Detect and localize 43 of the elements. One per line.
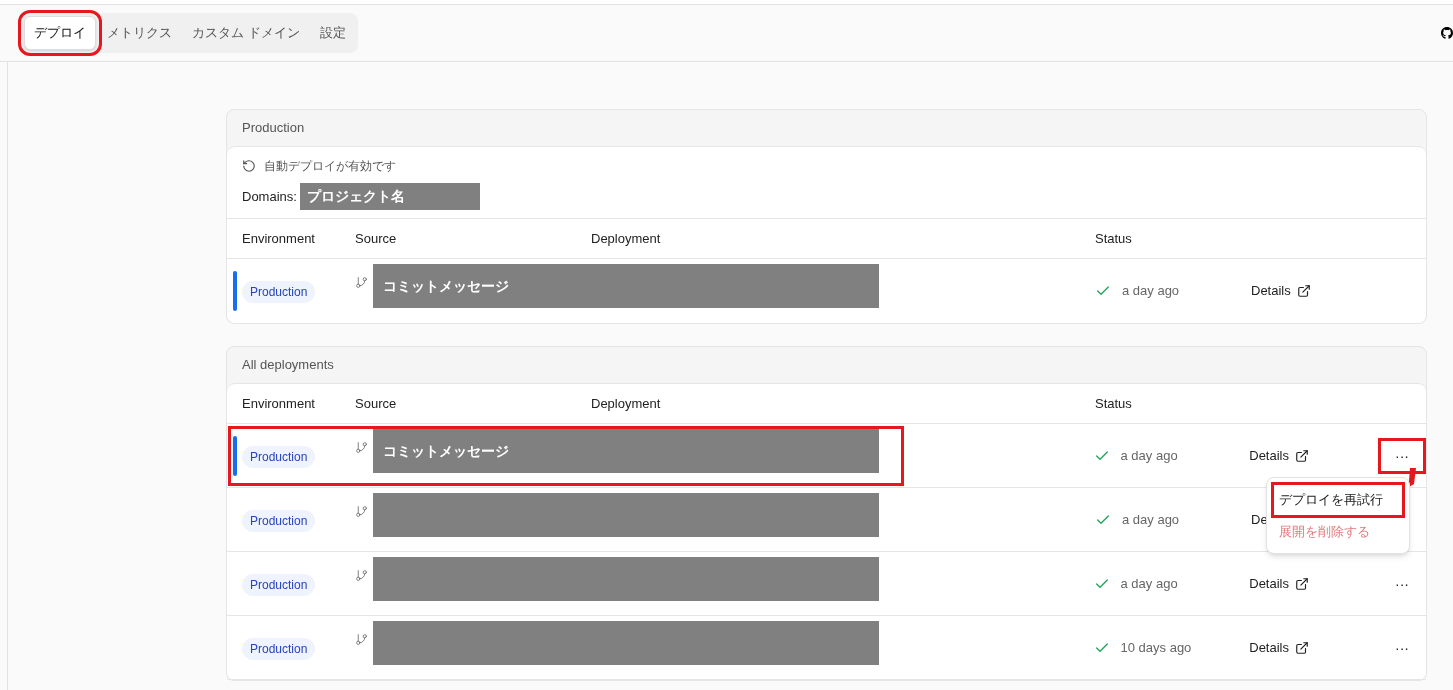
details-link[interactable]: Details [1249, 637, 1309, 658]
column-header: Environment [242, 229, 316, 248]
column-header: Status [1095, 394, 1133, 413]
commit-message: コミットメッセージ [383, 276, 509, 296]
section-title: All deployments [241, 356, 335, 375]
branch-icon [354, 569, 368, 582]
column-header: Deployment [591, 394, 662, 413]
column-header: Source [355, 229, 398, 248]
column-header: Source [355, 394, 398, 413]
branch-icon [355, 276, 368, 289]
environment-badge: Production [242, 509, 316, 532]
details-link[interactable]: Details [1249, 445, 1309, 466]
deploy-time: a day ago [1122, 510, 1180, 529]
column-header: Environment [242, 394, 316, 413]
branch-icon [354, 441, 368, 454]
tab[interactable]: 設定 [310, 17, 355, 49]
more-button[interactable]: ··· [1378, 565, 1426, 602]
environment-badge: Production [242, 445, 316, 468]
details-link[interactable]: Details [1251, 281, 1311, 301]
environment-badge: Production [242, 637, 316, 660]
tab[interactable]: カスタム ドメイン [183, 17, 309, 49]
section-title: Production [241, 119, 306, 138]
details-link[interactable]: Details [1249, 573, 1309, 594]
more-button[interactable]: ··· [1378, 437, 1426, 474]
menu-item[interactable]: デプロイを再試行 [1273, 484, 1403, 516]
deploy-time: 10 days ago [1120, 638, 1192, 657]
deploy-time: a day ago [1120, 574, 1178, 593]
more-button[interactable]: ··· [1378, 629, 1426, 666]
branch-icon [355, 505, 368, 518]
auto-deploy-status: 自動デプロイが有効です [264, 158, 396, 175]
environment-badge: Production [242, 281, 316, 303]
commit-message: コミットメッセージ [382, 441, 509, 461]
domains-label: Domains: [242, 187, 297, 206]
refresh-icon [242, 159, 256, 173]
environment-badge: Production [242, 573, 316, 596]
github-icon[interactable] [1441, 26, 1453, 40]
column-header: Status [1095, 229, 1133, 248]
deploy-time: a day ago [1122, 282, 1180, 301]
tab[interactable]: メトリクス [98, 17, 181, 49]
column-header: Deployment [591, 229, 662, 248]
branch-icon [354, 633, 368, 646]
deploy-time: a day ago [1120, 446, 1178, 465]
domain-name: プロジェクト名 [306, 187, 405, 206]
